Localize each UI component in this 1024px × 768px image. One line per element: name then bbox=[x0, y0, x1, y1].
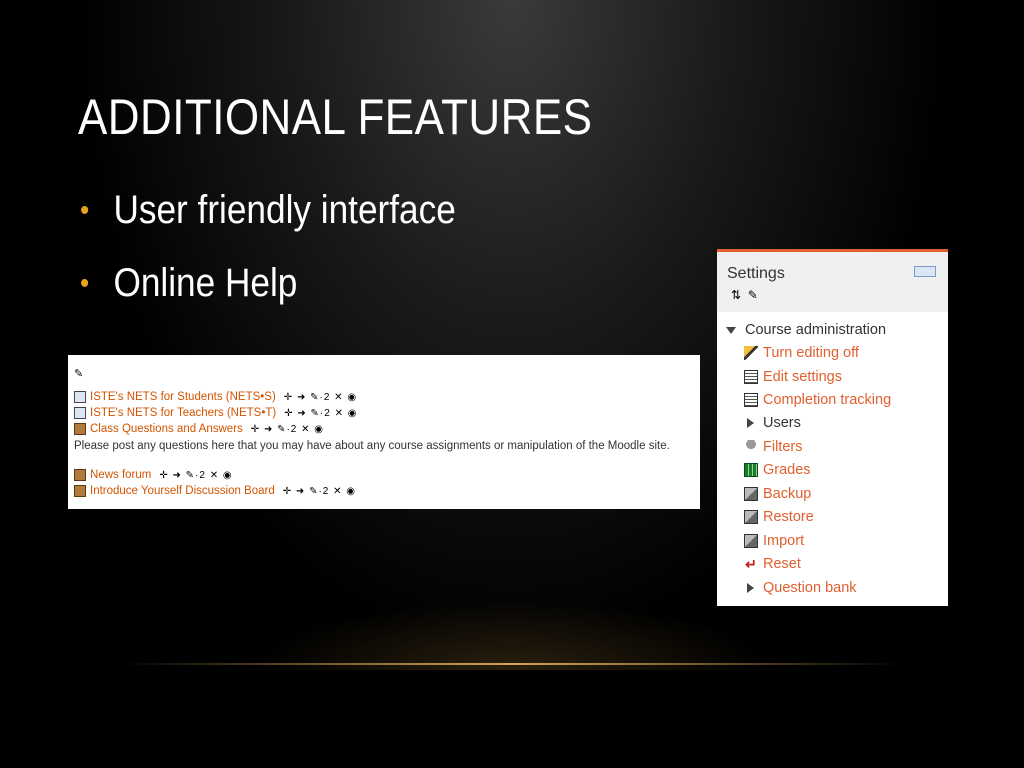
document-icon bbox=[744, 370, 758, 384]
tree-item-question-bank[interactable]: Question bank bbox=[744, 580, 857, 596]
page-icon bbox=[74, 407, 86, 419]
bullet-list: • User friendly interface • Online Help bbox=[80, 188, 507, 334]
page-icon bbox=[74, 391, 86, 403]
dock-block-icon[interactable] bbox=[914, 266, 936, 277]
activity-actions[interactable]: ✛ ➜ ✎·2 ✕ ◉ bbox=[159, 470, 232, 481]
tree-item-grades[interactable]: Grades bbox=[744, 462, 811, 478]
backup-icon bbox=[744, 487, 758, 501]
bullet-icon: • bbox=[80, 266, 90, 300]
tree-item-label: Question bank bbox=[763, 580, 857, 596]
edit-pencil-icon[interactable]: ✎ bbox=[74, 367, 83, 380]
bullet-item: • Online Help bbox=[80, 261, 456, 306]
move-icon[interactable]: ⇅ bbox=[731, 288, 741, 302]
settings-title: Settings bbox=[727, 265, 785, 282]
tree-section-course-administration[interactable]: Course administration bbox=[726, 322, 886, 338]
tree-item-label: Completion tracking bbox=[763, 392, 892, 408]
reset-icon: ↵ bbox=[745, 556, 757, 572]
bullet-text: User friendly interface bbox=[113, 188, 456, 232]
bullet-icon: • bbox=[80, 193, 90, 227]
edit-icon bbox=[744, 346, 758, 360]
grades-icon bbox=[744, 463, 758, 477]
tree-item-filters[interactable]: Filters bbox=[744, 439, 802, 455]
course-section-screenshot: ✎ ISTE's NETS for Students (NETS•S) ✛ ➜ … bbox=[68, 355, 700, 509]
tree-item-import[interactable]: Import bbox=[744, 533, 804, 549]
tree-item-label: Edit settings bbox=[763, 369, 842, 385]
forum-icon bbox=[74, 485, 86, 497]
activity-row: ISTE's NETS for Teachers (NETS•T) ✛ ➜ ✎·… bbox=[74, 407, 357, 419]
tree-item-label: Filters bbox=[763, 439, 803, 455]
tree-item-users[interactable]: Users bbox=[744, 415, 801, 431]
tree-item-edit-settings[interactable]: Edit settings bbox=[744, 369, 842, 385]
expand-icon bbox=[747, 418, 754, 428]
section-edit-row: ✎ bbox=[74, 367, 83, 380]
settings-header: Settings ⇅ ✎ bbox=[717, 252, 948, 312]
settings-block: Settings ⇅ ✎ Course administration Turn … bbox=[717, 249, 948, 606]
tree-item-backup[interactable]: Backup bbox=[744, 486, 811, 502]
tree-item-label: Users bbox=[763, 415, 801, 431]
expand-icon bbox=[747, 583, 754, 593]
collapse-icon bbox=[726, 326, 736, 334]
tree-item-label: Backup bbox=[763, 486, 812, 502]
tree-item-label: Grades bbox=[763, 462, 811, 478]
activity-actions[interactable]: ✛ ➜ ✎·2 ✕ ◉ bbox=[284, 392, 357, 403]
activity-link[interactable]: ISTE's NETS for Teachers (NETS•T) bbox=[90, 407, 276, 419]
decorative-glow-line bbox=[120, 663, 904, 665]
activity-actions[interactable]: ✛ ➜ ✎·2 ✕ ◉ bbox=[283, 486, 356, 497]
tree-item-label: Import bbox=[763, 533, 805, 549]
bullet-item: • User friendly interface bbox=[80, 188, 456, 233]
bullet-text: Online Help bbox=[113, 261, 298, 305]
tree-item-reset[interactable]: ↵ Reset bbox=[744, 556, 801, 572]
activity-link[interactable]: ISTE's NETS for Students (NETS•S) bbox=[90, 391, 276, 403]
activity-row: Class Questions and Answers ✛ ➜ ✎·2 ✕ ◉ bbox=[74, 423, 324, 435]
activity-description: Please post any questions here that you … bbox=[74, 440, 670, 452]
activity-actions[interactable]: ✛ ➜ ✎·2 ✕ ◉ bbox=[284, 408, 357, 419]
activity-row: Introduce Yourself Discussion Board ✛ ➜ … bbox=[74, 485, 356, 497]
edit-pencil-icon[interactable]: ✎ bbox=[748, 288, 758, 302]
tree-item-label: Reset bbox=[763, 556, 801, 572]
activity-link[interactable]: News forum bbox=[90, 469, 151, 481]
tree-item-restore[interactable]: Restore bbox=[744, 509, 814, 525]
tree-item-label: Restore bbox=[763, 509, 814, 525]
slide-title: ADDITIONAL FEATURES bbox=[78, 89, 593, 145]
activity-actions[interactable]: ✛ ➜ ✎·2 ✕ ◉ bbox=[251, 424, 324, 435]
activity-link[interactable]: Class Questions and Answers bbox=[90, 423, 243, 435]
tree-section-label: Course administration bbox=[745, 322, 887, 338]
tree-item-turn-editing-off[interactable]: Turn editing off bbox=[744, 345, 859, 361]
activity-row: ISTE's NETS for Students (NETS•S) ✛ ➜ ✎·… bbox=[74, 391, 357, 403]
import-icon bbox=[744, 534, 758, 548]
filter-icon bbox=[744, 440, 758, 454]
activity-row: News forum ✛ ➜ ✎·2 ✕ ◉ bbox=[74, 469, 233, 481]
restore-icon bbox=[744, 510, 758, 524]
forum-icon bbox=[74, 423, 86, 435]
settings-tools: ⇅ ✎ bbox=[731, 288, 758, 302]
glow-haze bbox=[250, 600, 774, 670]
activity-link[interactable]: Introduce Yourself Discussion Board bbox=[90, 485, 275, 497]
tree-item-completion-tracking[interactable]: Completion tracking bbox=[744, 392, 891, 408]
document-icon bbox=[744, 393, 758, 407]
tree-item-label: Turn editing off bbox=[763, 345, 859, 361]
forum-icon bbox=[74, 469, 86, 481]
